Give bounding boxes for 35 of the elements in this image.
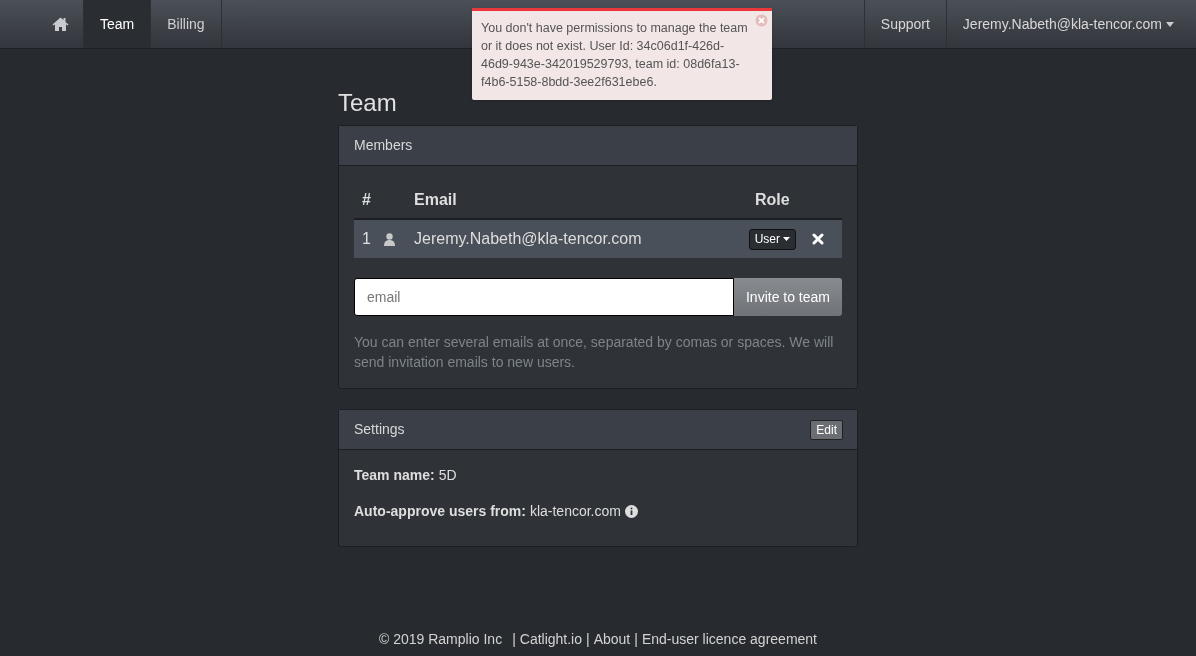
nav-tab[interactable]: Team xyxy=(84,0,152,48)
field-label: Team name: xyxy=(354,466,435,485)
field-value: kla-tencor.com xyxy=(529,502,621,521)
role-dropdown[interactable]: User xyxy=(748,228,796,250)
panel-title: Members xyxy=(354,136,413,155)
caret-icon xyxy=(1166,21,1174,27)
separator: | xyxy=(634,630,638,649)
copyright-text: © 2019 Ramplio Inc xyxy=(378,630,503,649)
nav-tab[interactable]: Billing xyxy=(151,0,222,48)
separator: | xyxy=(512,630,516,649)
user-menu[interactable]: Jeremy.Nabeth@kla-tencor.com xyxy=(945,0,1196,48)
caret-icon xyxy=(783,237,790,241)
home-icon xyxy=(52,17,69,31)
user-icon xyxy=(384,232,395,246)
member-email: Jeremy.Nabeth@kla-tencor.com xyxy=(414,229,643,249)
panel-title: Settings xyxy=(354,420,405,439)
info-icon[interactable] xyxy=(624,505,638,518)
column-header: Role xyxy=(755,190,791,210)
field-label: Auto-approve users from: xyxy=(354,502,526,521)
remove-icon[interactable] xyxy=(812,233,824,245)
footer-link[interactable]: About xyxy=(593,629,631,650)
separator: | xyxy=(586,630,590,649)
field-value: 5D xyxy=(438,466,457,485)
email-field[interactable]: email xyxy=(354,278,734,316)
footer-link[interactable]: End-user licence agreement xyxy=(641,629,817,650)
invite-button[interactable]: Invite to team xyxy=(733,278,842,316)
page-title: Team xyxy=(338,89,398,117)
row-number: 1 xyxy=(361,229,372,249)
help-text: You can enter several emails at once, separated by comas or spaces. We will send invitation emails to new users. xyxy=(354,333,835,372)
column-header: # xyxy=(361,190,372,210)
footer-link[interactable]: Catlight.io xyxy=(519,629,583,650)
column-header: Email xyxy=(414,190,458,210)
edit-button[interactable]: Edit xyxy=(810,419,843,440)
alert-message: You don't have permissions to manage the team or it does not exist. User Id: 34c06d1f-426d-46d9-943e-342019529793, team id: 08d6fa13-f4b6-5158-8bdd-3ee2f631ebe6. xyxy=(481,20,749,91)
nav-link[interactable]: Support xyxy=(863,0,946,48)
